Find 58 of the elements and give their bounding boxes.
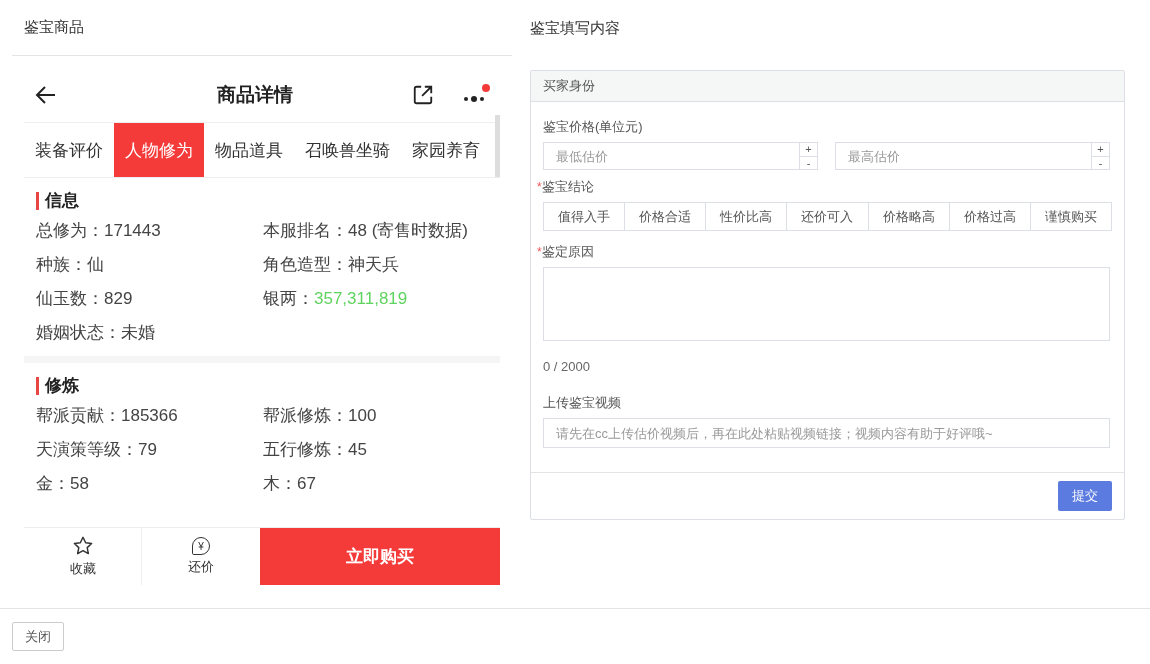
- submit-button[interactable]: 提交: [1058, 481, 1112, 511]
- panel-title: 鉴宝商品: [24, 18, 84, 37]
- attribute-value: 58: [70, 474, 89, 493]
- attribute-value: 未婚: [121, 323, 155, 342]
- conclusion-option[interactable]: 谨慎购买: [1029, 202, 1112, 231]
- attribute-value: 185366: [121, 406, 178, 425]
- attribute-value: 67: [297, 474, 316, 493]
- attribute-value: 48 (寄售时数据): [348, 221, 468, 240]
- card-header: 买家身份: [543, 77, 595, 95]
- star-icon: [71, 535, 94, 557]
- conclusion-option[interactable]: 性价比高: [705, 202, 788, 231]
- conclusion-option[interactable]: 还价可入: [786, 202, 869, 231]
- attribute-value: 79: [138, 440, 157, 459]
- conclusion-option[interactable]: 价格过高: [948, 202, 1031, 231]
- attribute-label: 金：: [36, 474, 70, 493]
- attribute-label: 帮派修炼：: [263, 406, 348, 425]
- panel-title: 鉴宝填写内容: [530, 18, 620, 38]
- conclusion-option[interactable]: 价格合适: [624, 202, 707, 231]
- required-mark: *: [537, 180, 542, 194]
- conclusion-option[interactable]: 价格略高: [867, 202, 950, 231]
- share-icon[interactable]: [412, 84, 434, 106]
- attribute-value: 171443: [104, 221, 161, 240]
- video-link-field[interactable]: 请先在cc上传估价视频后，再在此处粘贴视频链接；视频内容有助于好评哦~: [543, 418, 1110, 448]
- attribute-label: 仙玉数：: [36, 289, 104, 308]
- attribute-value: 神天兵: [348, 255, 399, 274]
- price-field[interactable]: 最高估价: [835, 142, 1091, 170]
- category-tab[interactable]: 人物修为: [114, 123, 204, 177]
- buy-now-button[interactable]: 立即购买: [260, 528, 500, 585]
- required-mark: *: [537, 245, 542, 259]
- reason-field[interactable]: [543, 267, 1110, 341]
- field-label: 鉴宝结论: [541, 178, 594, 196]
- conclusion-option[interactable]: 值得入手: [543, 202, 626, 231]
- attribute-value: 100: [348, 406, 377, 425]
- page-title: 商品详情: [217, 83, 293, 107]
- attribute-label: 总修为：: [36, 221, 104, 240]
- attribute-value: 仙: [87, 255, 104, 274]
- attribute-value: 45: [348, 440, 367, 459]
- increment-button[interactable]: +: [1092, 143, 1109, 157]
- attribute-label: 五行修炼：: [263, 440, 348, 459]
- field-label: 鉴定原因: [541, 243, 594, 261]
- attribute-label: 木：: [263, 474, 297, 493]
- field-label: 鉴宝价格(单位元): [543, 118, 643, 136]
- increment-button[interactable]: +: [800, 143, 817, 157]
- attribute-label: 角色造型：: [263, 255, 348, 274]
- attribute-value: 829: [104, 289, 133, 308]
- attribute-value: 357,311,819: [314, 289, 408, 308]
- field-label: 上传鉴宝视频: [543, 394, 621, 412]
- character-counter: 0 / 2000: [543, 359, 590, 374]
- attribute-label: 婚姻状态：: [36, 323, 121, 342]
- attribute-label: 银两：: [263, 289, 314, 308]
- price-field[interactable]: 最低估价: [543, 142, 799, 170]
- attribute-label: 种族：: [36, 255, 87, 274]
- attribute-label: 帮派贡献：: [36, 406, 121, 425]
- attribute-label: 本服排名：: [263, 221, 348, 240]
- close-button[interactable]: 关闭: [12, 622, 64, 651]
- section-title: 修炼: [36, 377, 488, 395]
- attribute-label: 天演策等级：: [36, 440, 138, 459]
- section-title: 信息: [36, 192, 488, 210]
